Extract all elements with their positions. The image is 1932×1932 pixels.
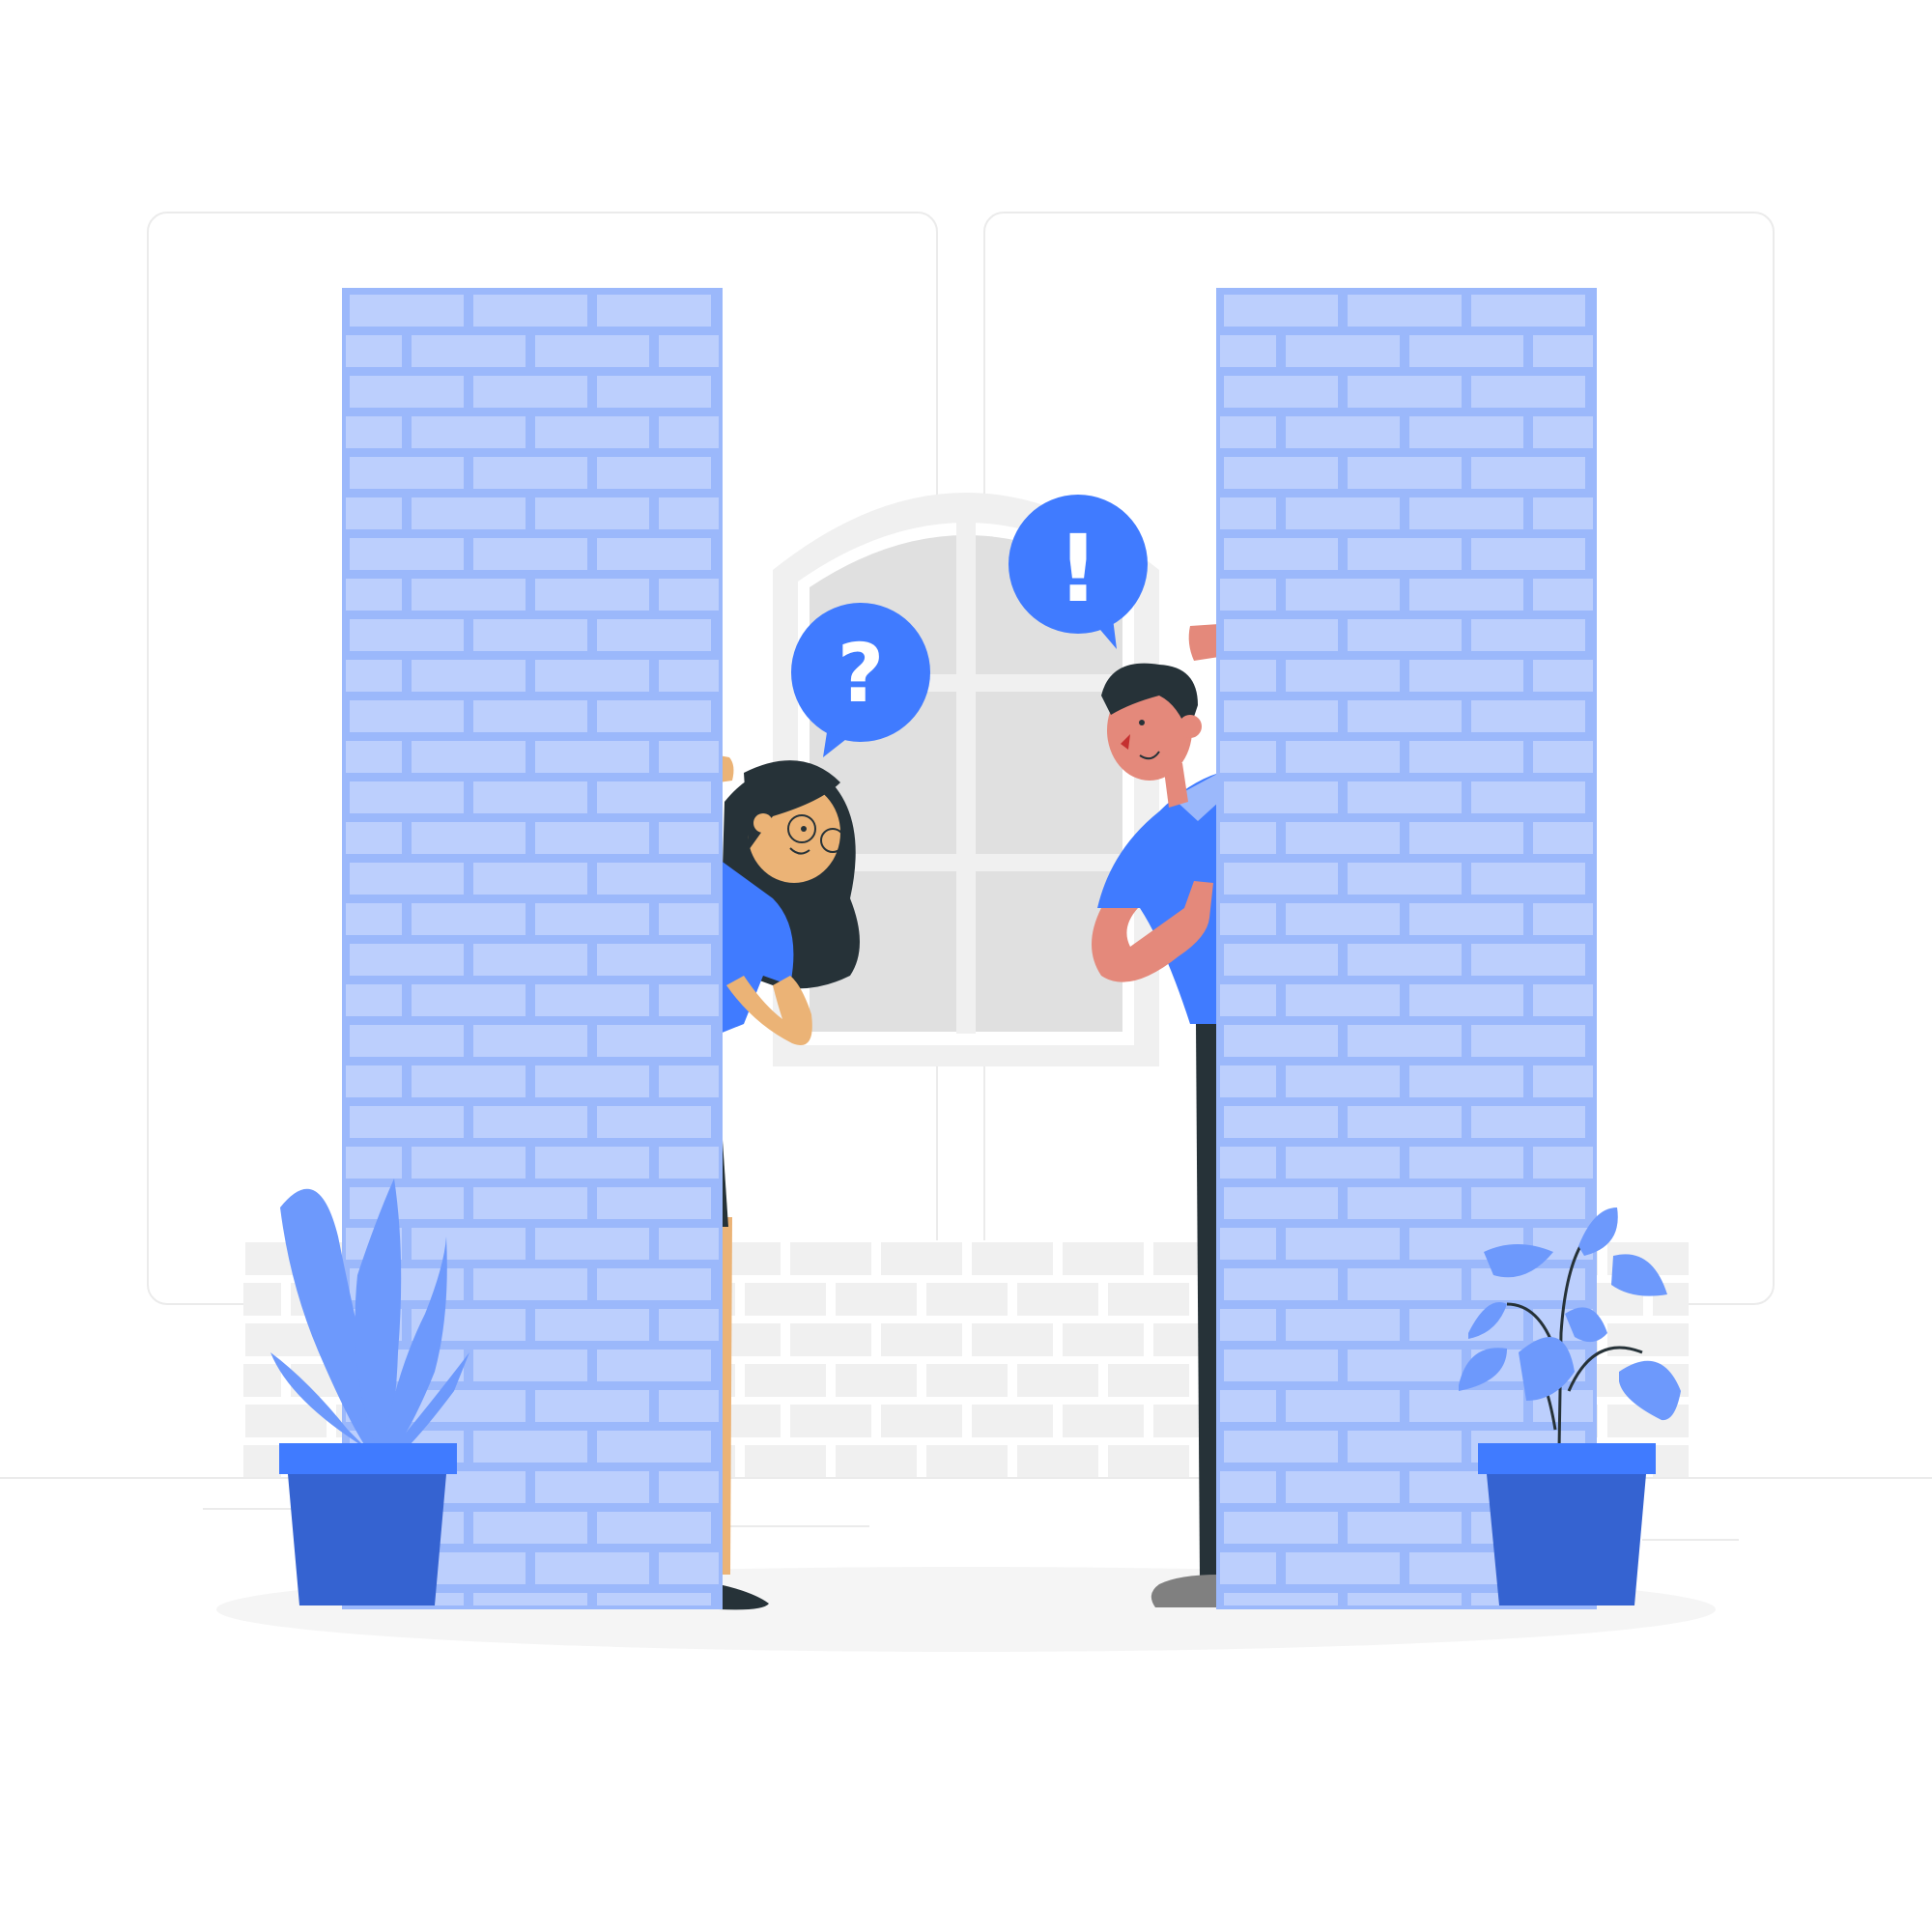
- exclamation-mark: !: [1057, 515, 1099, 623]
- question-mark: ?: [838, 626, 885, 721]
- illustration-scene: ? !: [0, 212, 1932, 1652]
- brick-column-right: [1216, 288, 1597, 1609]
